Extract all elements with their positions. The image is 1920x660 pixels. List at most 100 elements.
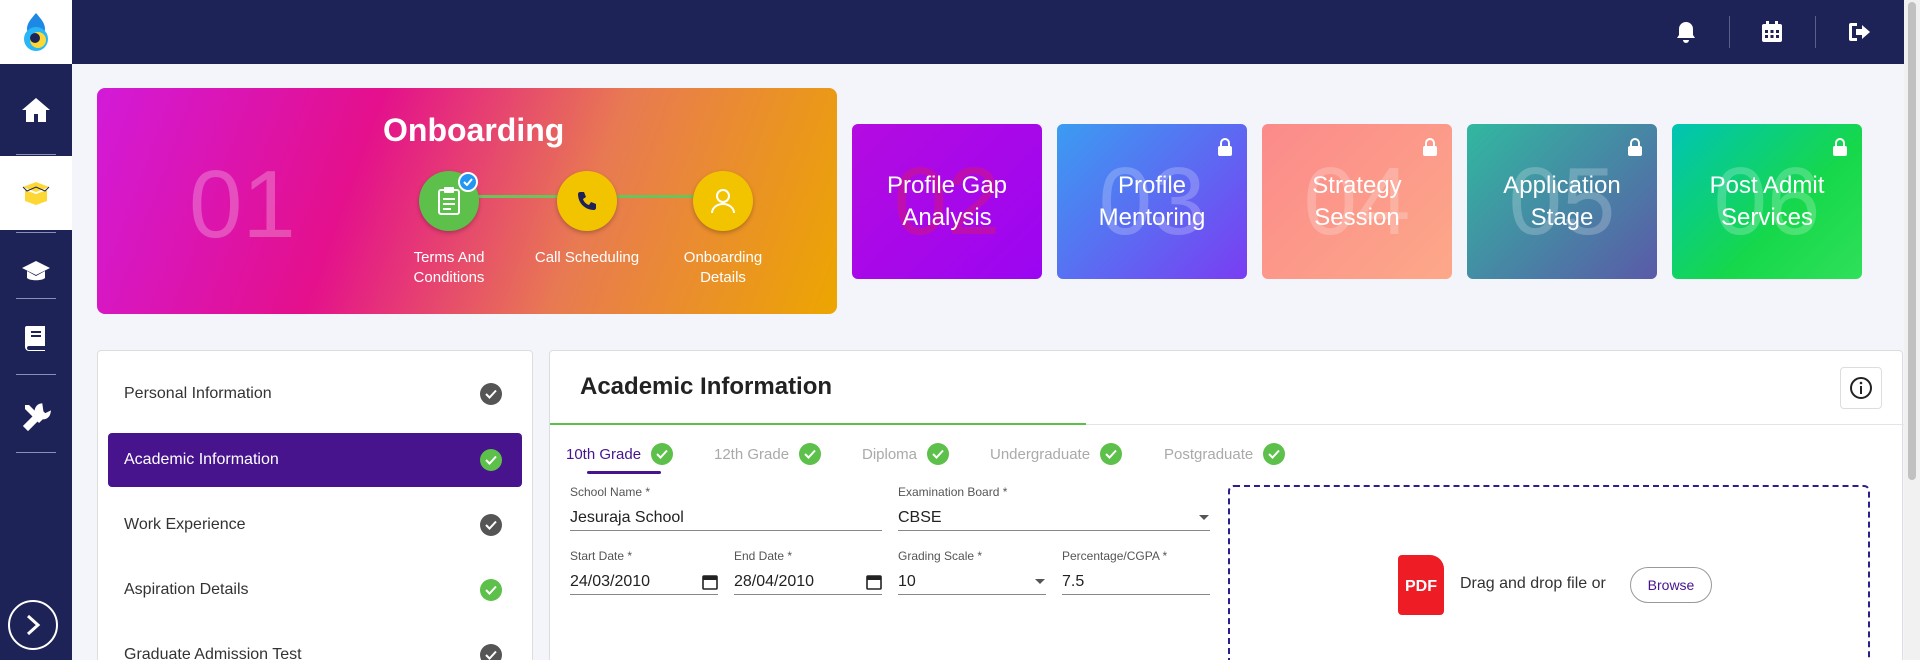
divider — [16, 298, 56, 299]
school-name-field[interactable]: School Name * Jesuraja School — [570, 485, 882, 531]
menu-personal-information[interactable]: Personal Information — [108, 367, 522, 421]
menu-aspiration-details[interactable]: Aspiration Details — [108, 563, 522, 617]
info-icon — [1850, 377, 1872, 399]
menu-item-label: Graduate Admission Test — [124, 646, 302, 660]
percentage-input[interactable]: 7.5 — [1062, 565, 1210, 595]
end-date-input[interactable]: 28/04/2010 — [734, 565, 882, 595]
clipboard-icon — [438, 187, 460, 215]
lock-icon — [1628, 138, 1642, 156]
calendar-icon[interactable] — [1758, 18, 1786, 46]
field-label: Grading Scale * — [898, 549, 983, 563]
examination-board-dropdown[interactable]: CBSE — [898, 501, 1210, 531]
step-label: Call Scheduling — [534, 249, 640, 266]
tab-postgraduate[interactable]: Postgraduate — [1164, 439, 1286, 469]
divider — [16, 374, 56, 375]
check-icon — [927, 443, 950, 465]
lock-icon — [1218, 138, 1232, 156]
field-value: CBSE — [898, 508, 942, 526]
pdf-icon: PDF — [1398, 555, 1444, 615]
browse-button[interactable]: Browse — [1630, 567, 1712, 603]
field-label: Examination Board * — [898, 485, 1008, 499]
nav-resources[interactable] — [0, 300, 72, 376]
menu-item-label: Work Experience — [124, 516, 246, 533]
scrollbar-thumb[interactable] — [1908, 2, 1916, 480]
nav-home[interactable] — [0, 72, 72, 148]
end-date-field[interactable]: End Date * 28/04/2010 — [734, 549, 882, 595]
nav-onboarding[interactable] — [0, 156, 72, 230]
tab-label: Undergraduate — [990, 445, 1091, 463]
file-dropzone[interactable]: PDF Drag and drop file or Browse — [1228, 485, 1870, 660]
field-value: 24/03/2010 — [570, 572, 651, 590]
panel-title: Academic Information — [580, 373, 833, 400]
tab-undergraduate[interactable]: Undergraduate — [990, 439, 1123, 469]
field-label: Start Date * — [570, 549, 633, 563]
tools-icon — [22, 403, 51, 431]
step-onboarding-details[interactable] — [693, 171, 753, 231]
school-name-input[interactable]: Jesuraja School — [570, 501, 882, 531]
check-icon — [480, 644, 502, 660]
field-value: Jesuraja School — [570, 508, 684, 526]
section-menu: Personal Information Academic Informatio… — [97, 350, 533, 660]
chevron-right-icon — [26, 614, 41, 636]
menu-item-label: Personal Information — [124, 385, 272, 402]
menu-item-label: Aspiration Details — [124, 581, 249, 598]
app-logo[interactable] — [0, 0, 72, 64]
onboarding-card: 01 Onboarding Terms And Conditions Call … — [97, 88, 837, 314]
academic-information-panel: Academic Information 10th Grade 12th Gra… — [549, 350, 1904, 660]
sidebar — [0, 64, 72, 660]
step-call-scheduling[interactable] — [557, 171, 617, 231]
caret-down-icon — [1199, 514, 1209, 520]
field-value: 7.5 — [1062, 572, 1085, 590]
divider — [1729, 16, 1730, 48]
tab-diploma[interactable]: Diploma — [862, 439, 950, 469]
examination-board-select[interactable]: Examination Board * CBSE — [898, 485, 1210, 531]
check-icon — [1263, 443, 1286, 465]
step-label: Terms And Conditions — [413, 249, 485, 286]
stage-post-admit-services[interactable]: 06 Post Admit Services — [1672, 124, 1862, 279]
tab-label: Diploma — [862, 445, 918, 463]
menu-work-experience[interactable]: Work Experience — [108, 498, 522, 552]
logout-icon[interactable] — [1846, 18, 1874, 46]
check-icon — [799, 443, 822, 465]
phone-icon — [578, 192, 596, 210]
start-date-field[interactable]: Start Date * 24/03/2010 — [570, 549, 718, 595]
check-icon — [480, 579, 502, 601]
menu-graduate-admission-test[interactable]: Graduate Admission Test — [108, 628, 522, 660]
calendar-icon[interactable] — [866, 574, 882, 590]
field-value: 10 — [898, 572, 916, 590]
step-label: Onboarding Details — [683, 249, 763, 286]
info-button[interactable] — [1840, 367, 1882, 409]
divider — [16, 232, 56, 233]
start-date-input[interactable]: 24/03/2010 — [570, 565, 718, 595]
check-icon — [651, 443, 674, 465]
dropzone-text: Drag and drop file or — [1460, 575, 1606, 592]
grading-scale-dropdown[interactable]: 10 — [898, 565, 1046, 595]
home-icon — [22, 98, 50, 122]
logo-icon — [24, 13, 48, 51]
percentage-field[interactable]: Percentage/CGPA * 7.5 — [1062, 549, 1210, 595]
stage-profile-gap-analysis[interactable]: 02 Profile Gap Analysis — [852, 124, 1042, 279]
bell-icon[interactable] — [1672, 18, 1700, 46]
menu-academic-information[interactable]: Academic Information — [108, 433, 522, 487]
stage-application[interactable]: 05 Application Stage — [1467, 124, 1657, 279]
tab-10th-grade[interactable]: 10th Grade — [566, 439, 674, 469]
nav-tools[interactable] — [0, 378, 72, 454]
stage-strategy-session[interactable]: 04 Strategy Session — [1262, 124, 1452, 279]
calendar-icon[interactable] — [702, 574, 718, 590]
tab-12th-grade[interactable]: 12th Grade — [714, 439, 822, 469]
caret-down-icon — [1035, 578, 1045, 584]
tab-label: 12th Grade — [714, 445, 790, 463]
expand-sidebar-button[interactable] — [8, 600, 58, 650]
stage-number: 01 — [189, 151, 296, 258]
user-icon — [711, 189, 735, 214]
menu-item-label: Academic Information — [124, 451, 279, 468]
check-icon — [458, 172, 478, 192]
stage-label: Profile Gap Analysis — [886, 171, 1008, 231]
book-icon — [25, 326, 45, 351]
check-icon — [480, 383, 502, 405]
stage-profile-mentoring[interactable]: 03 Profile Mentoring — [1057, 124, 1247, 279]
top-bar — [0, 0, 1920, 64]
grading-scale-select[interactable]: Grading Scale * 10 — [898, 549, 1046, 595]
tab-label: 10th Grade — [566, 445, 642, 463]
page-scrollbar[interactable] — [1904, 0, 1920, 660]
